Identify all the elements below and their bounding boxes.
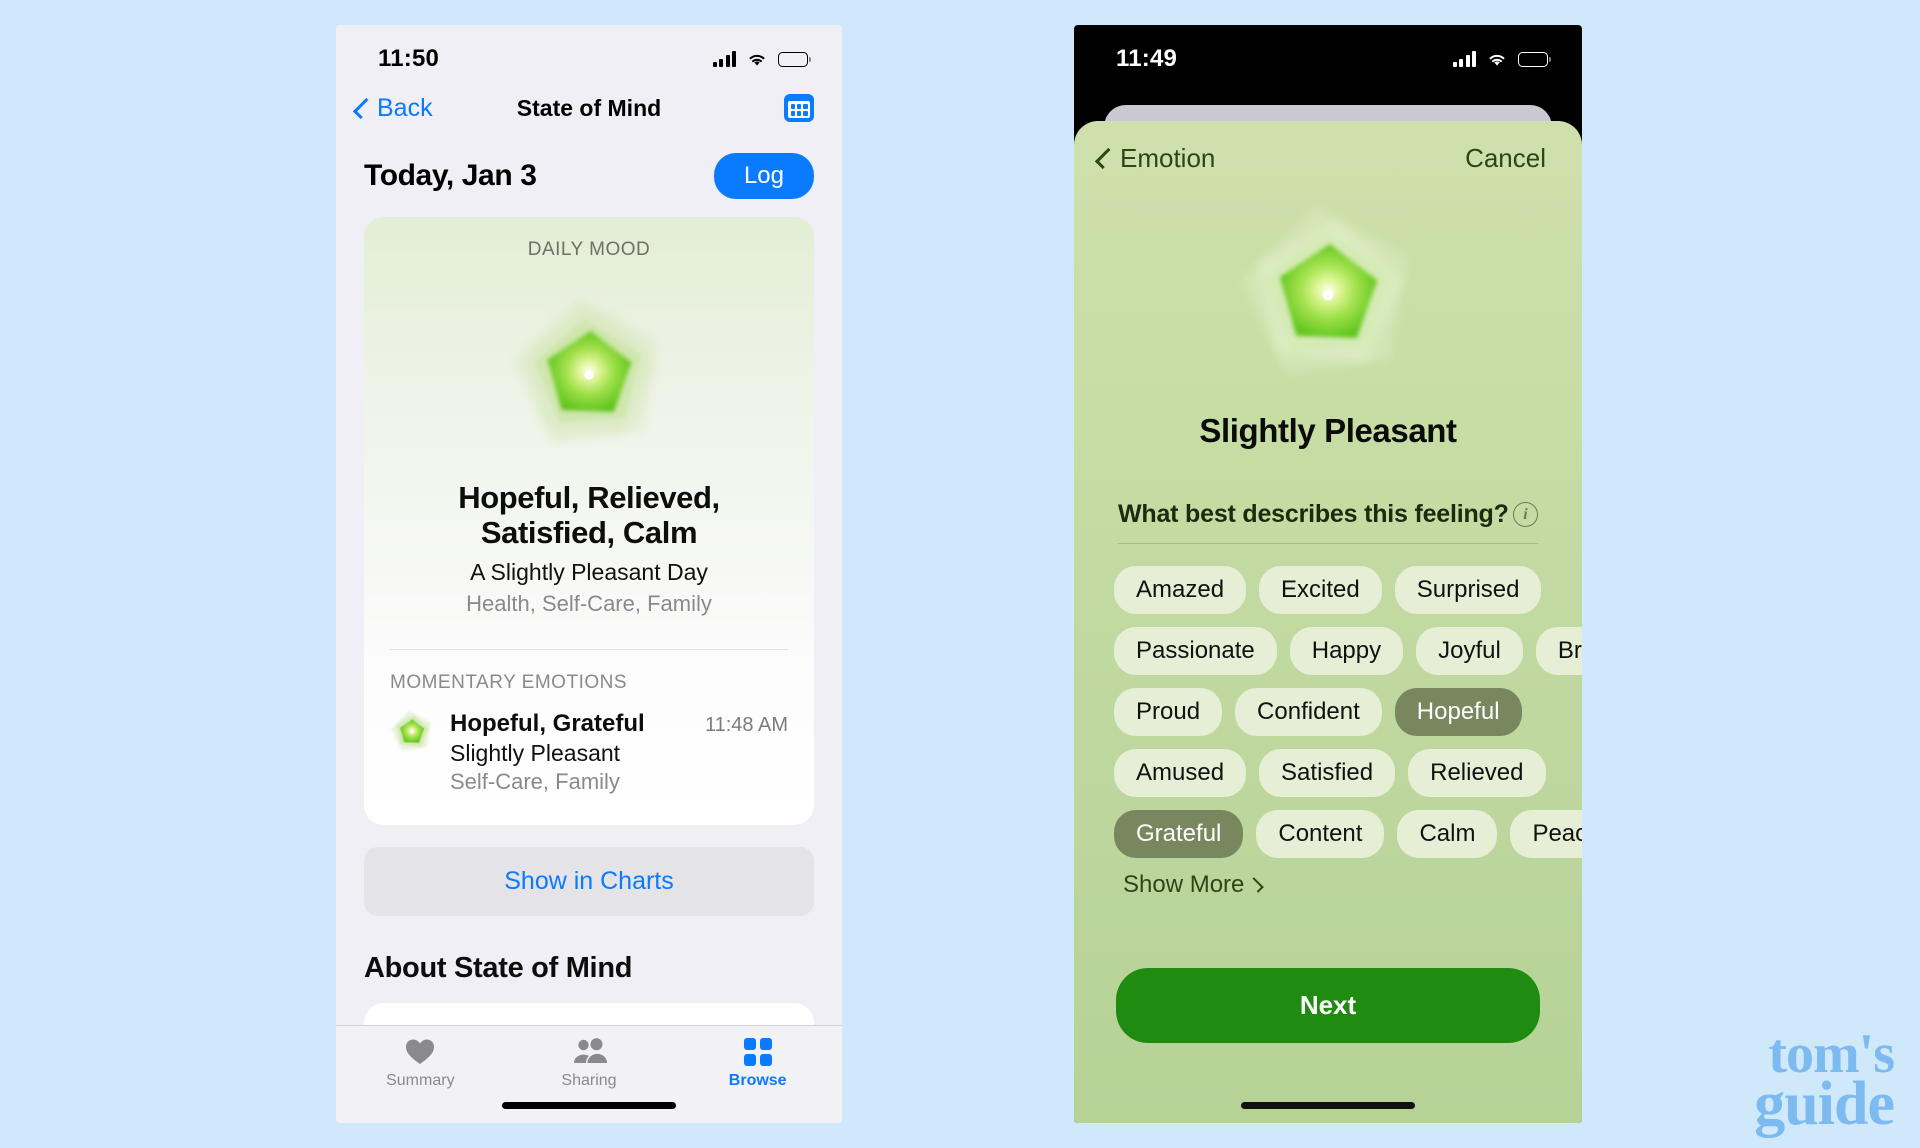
calendar-icon[interactable] <box>784 94 814 122</box>
cancel-button[interactable]: Cancel <box>1465 143 1546 174</box>
mood-pentagon-graphic <box>364 295 814 455</box>
mood-tags: Health, Self-Care, Family <box>466 591 712 617</box>
emotion-chip-calm[interactable]: Calm <box>1397 810 1498 858</box>
emotion-chip-happy[interactable]: Happy <box>1289 627 1404 675</box>
wifi-icon <box>1486 51 1508 67</box>
left-phone-screen: 11:50 Back State of Mind Today, Jan 3 Lo… <box>336 25 842 1123</box>
emotion-chip-satisfied[interactable]: Satisfied <box>1259 749 1396 797</box>
chip-row: Amazed Excited Surprised <box>1114 566 1542 614</box>
emotion-timestamp: 11:48 AM <box>704 714 788 737</box>
emotion-chip-proud[interactable]: Proud <box>1114 688 1223 736</box>
heart-icon <box>405 1038 435 1066</box>
sheet-navigation-bar: Emotion Cancel <box>1074 121 1582 174</box>
log-button[interactable]: Log <box>713 153 814 199</box>
chip-row: PassionateHappyJoyful Brave <box>1114 627 1582 675</box>
toms-guide-watermark: tom's guide <box>1754 1026 1895 1138</box>
emotion-chip-grid: Amazed Excited Surprised Passionate Happy Joy… <box>1074 544 1582 899</box>
mood-title: Hopeful, Relieved, Satisfied, Calm <box>458 480 720 550</box>
next-button[interactable]: Next <box>1116 968 1540 1043</box>
tab-summary[interactable]: Summary <box>336 1038 505 1090</box>
chevron-left-icon <box>1094 147 1117 170</box>
watermark-line-2: guide <box>1754 1069 1895 1138</box>
emotion-chip-excited[interactable]: Excited <box>1259 566 1382 614</box>
battery-icon <box>1518 51 1552 67</box>
tab-sharing[interactable]: Sharing <box>505 1038 674 1090</box>
mood-pentagon-small-icon <box>390 710 434 759</box>
navigation-bar: Back State of Mind <box>336 79 842 137</box>
status-bar-icons <box>712 51 812 67</box>
chevron-right-icon <box>1248 877 1265 893</box>
right-phone-screen: 11:49 Emotion Cancel Slightly Pleasant W… <box>1074 25 1582 1123</box>
home-indicator <box>1241 1102 1415 1109</box>
status-bar-icons <box>1452 51 1552 67</box>
mood-subtitle: A Slightly Pleasant Day <box>470 559 708 586</box>
emotion-chip-relieved[interactable]: Relieved <box>1408 749 1546 797</box>
emotion-chip-amazed[interactable]: Amazed <box>1114 566 1247 614</box>
list-item[interactable]: Hopeful, Grateful Slightly Pleasant Self… <box>364 694 814 825</box>
emotion-valence: Slightly Pleasant <box>450 740 621 767</box>
people-icon <box>572 1038 607 1066</box>
show-more-label: Show More <box>1123 871 1245 898</box>
day-title: Today, Jan 3 <box>364 159 537 192</box>
emotion-chip-surprised[interactable]: Surprised <box>1394 566 1542 614</box>
emotion-chip-amused[interactable]: Amused <box>1114 749 1247 797</box>
question-row: What best describes this feeling? i <box>1074 500 1582 529</box>
about-section-title: About State of Mind <box>364 952 633 985</box>
info-circle-icon[interactable]: i <box>1513 502 1538 527</box>
emotion-chip-brave[interactable]: Brave <box>1535 627 1582 675</box>
daily-mood-card[interactable]: DAILY MOOD Hopeful, Relieved, Satisfied,… <box>364 217 814 826</box>
main-content: Today, Jan 3 Log DAILY MOOD Hopeful, Rel… <box>336 137 842 1044</box>
battery-icon <box>778 51 812 67</box>
status-bar: 11:50 <box>336 25 842 79</box>
day-header: Today, Jan 3 Log <box>364 137 814 217</box>
valence-title: Slightly Pleasant <box>1199 412 1457 449</box>
status-bar-time: 11:49 <box>1116 45 1178 72</box>
chip-row: GratefulContentCalmPeaceful <box>1114 810 1582 858</box>
mood-pentagon-graphic[interactable] <box>1074 202 1582 388</box>
tab-summary-label: Summary <box>386 1072 455 1089</box>
emotion-name: Hopeful, Grateful <box>450 710 645 738</box>
signal-bars-icon <box>1452 51 1476 67</box>
emotion-tags: Self-Care, Family <box>450 769 620 795</box>
show-more-button[interactable]: Show More <box>1123 871 1542 899</box>
emotion-chip-confident[interactable]: Confident <box>1235 688 1382 736</box>
back-button[interactable]: Back <box>352 93 433 123</box>
wifi-icon <box>746 51 768 67</box>
tab-sharing-label: Sharing <box>561 1072 617 1089</box>
status-bar-time: 11:50 <box>378 45 440 72</box>
home-indicator <box>502 1102 676 1109</box>
emotion-chip-content[interactable]: Content <box>1256 810 1385 858</box>
grid-icon <box>743 1038 772 1066</box>
daily-mood-label: DAILY MOOD <box>527 239 651 260</box>
show-in-charts-button[interactable]: Show in Charts <box>364 847 814 917</box>
status-bar: 11:49 <box>1074 25 1582 79</box>
emotion-chip-joyful[interactable]: Joyful <box>1416 627 1523 675</box>
question-label: What best describes this feeling? <box>1118 500 1509 528</box>
chevron-left-icon <box>352 97 375 119</box>
back-button-label: Emotion <box>1120 143 1216 173</box>
back-button[interactable]: Emotion <box>1094 143 1216 174</box>
signal-bars-icon <box>712 51 736 67</box>
emotion-chip-grateful[interactable]: Grateful <box>1114 810 1244 858</box>
emotion-chip-passionate[interactable]: Passionate <box>1114 627 1277 675</box>
chip-row: Proud Confident Hopeful <box>1114 688 1542 736</box>
tab-browse[interactable]: Browse <box>673 1038 842 1090</box>
back-button-label: Back <box>377 93 433 122</box>
emotion-chip-hopeful[interactable]: Hopeful <box>1394 688 1522 736</box>
momentary-emotions-label: MOMENTARY EMOTIONS <box>390 672 628 694</box>
emotion-sheet: Emotion Cancel Slightly Pleasant What be… <box>1074 121 1582 1123</box>
emotion-chip-peaceful[interactable]: Peaceful <box>1510 810 1582 858</box>
chip-row: Amused Satisfied Relieved <box>1114 749 1546 797</box>
tab-browse-label: Browse <box>728 1072 787 1089</box>
